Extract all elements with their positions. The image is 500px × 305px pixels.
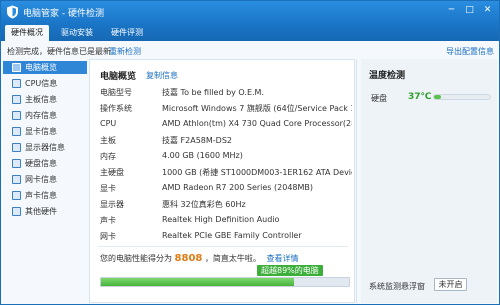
temperature-panel: 温度检测 硬盘 37℃ 系统监测悬浮窗 未开启 bbox=[361, 59, 497, 303]
title-bar: 电脑管家 - 硬件检测 ─ □ ✕ bbox=[1, 1, 499, 23]
memory-icon bbox=[12, 111, 21, 120]
sidebar-item-label: 网卡信息 bbox=[25, 175, 57, 184]
overview-title: 电脑概览 bbox=[100, 72, 137, 82]
sidebar-item-other-hardware[interactable]: 其他硬件 bbox=[3, 205, 87, 218]
info-key: 声卡 bbox=[100, 216, 116, 225]
sidebar-item-label: 显示器信息 bbox=[25, 143, 65, 152]
info-value: 技嘉 F2A58M-DS2 bbox=[162, 136, 233, 145]
performance-bar bbox=[100, 277, 350, 287]
info-value: Realtek PCIe GBE Family Controller bbox=[162, 231, 302, 240]
info-value: 4.00 GB (1600 MHz) bbox=[162, 151, 243, 160]
tab-bar: 硬件概况 驱动安装 硬件评测 bbox=[1, 23, 499, 41]
info-key: 显卡 bbox=[100, 184, 116, 193]
sidebar-item-gpu[interactable]: 显卡信息 bbox=[3, 125, 87, 138]
status-row: 检测完成，硬件信息已是最新 重新检测 导出配置信息 bbox=[1, 43, 499, 57]
info-row-memory: 内存 4.00 GB (1600 MHz) bbox=[100, 151, 352, 162]
sidebar-item-memory[interactable]: 内存信息 bbox=[3, 109, 87, 122]
info-key: 内存 bbox=[100, 152, 116, 161]
info-value: AMD Radeon R7 200 Series (2048MB) bbox=[162, 183, 314, 192]
tab-hardware-overview[interactable]: 硬件概况 bbox=[5, 25, 49, 41]
motherboard-icon bbox=[12, 95, 21, 104]
info-key: 主硬盘 bbox=[100, 168, 124, 177]
sidebar: 电脑概览 CPU信息 主板信息 内存信息 显卡信息 显示器信息 硬盘信息 网卡信… bbox=[3, 59, 87, 303]
info-value: 技嘉 To be filled by O.E.M. bbox=[162, 88, 264, 97]
info-key: 显示器 bbox=[100, 200, 124, 209]
tab-hardware-benchmark[interactable]: 硬件评测 bbox=[105, 25, 149, 41]
monitor-icon bbox=[12, 143, 21, 152]
overview-panel: 电脑概览 复制信息 电脑型号 技嘉 To be filled by O.E.M.… bbox=[89, 59, 355, 303]
info-row-cpu: CPU AMD Athlon(tm) X4 730 Quad Core Proc… bbox=[100, 119, 352, 130]
sidebar-item-label: 显卡信息 bbox=[25, 127, 57, 136]
performance-summary: 您的电脑性能得分为 8808 ，简直太牛啦。 查看详情 bbox=[100, 253, 298, 264]
info-value: AMD Athlon(tm) X4 730 Quad Core Processo… bbox=[162, 119, 352, 128]
harddisk-temp-label: 硬盘 bbox=[371, 94, 387, 103]
view-details-link[interactable]: 查看详情 bbox=[266, 254, 298, 263]
info-value: 1000 GB (希捷 ST1000DM003-1ER162 ATA Devic… bbox=[162, 168, 352, 177]
harddisk-temp-bar-fill bbox=[434, 95, 441, 99]
sidebar-item-computer-overview[interactable]: 电脑概览 bbox=[3, 61, 87, 74]
info-row-monitor: 显示器 惠科 32位真彩色 60Hz bbox=[100, 199, 352, 210]
sidebar-item-label: 内存信息 bbox=[25, 111, 57, 120]
temperature-title: 温度检测 bbox=[369, 71, 406, 81]
tab-driver-install[interactable]: 驱动安装 bbox=[55, 25, 99, 41]
info-row-harddisk: 主硬盘 1000 GB (希捷 ST1000DM003-1ER162 ATA D… bbox=[100, 167, 352, 178]
status-text: 检测完成，硬件信息已是最新 bbox=[7, 47, 111, 56]
sidebar-item-cpu[interactable]: CPU信息 bbox=[3, 77, 87, 90]
copy-info-link[interactable]: 复制信息 bbox=[146, 70, 178, 81]
info-key: 电脑型号 bbox=[100, 88, 132, 97]
monitor-float-label: 系统监测悬浮窗 bbox=[369, 282, 425, 291]
info-key: 主板 bbox=[100, 136, 116, 145]
gpu-icon bbox=[12, 127, 21, 136]
cpu-icon bbox=[12, 79, 21, 88]
sidebar-item-monitor[interactable]: 显示器信息 bbox=[3, 141, 87, 154]
performance-suffix: ，简直太牛啦。 bbox=[204, 254, 261, 263]
maximize-button[interactable]: □ bbox=[462, 4, 477, 17]
performance-bar-fill bbox=[101, 278, 295, 286]
sidebar-item-label: 电脑概览 bbox=[25, 63, 57, 72]
computer-icon bbox=[12, 63, 21, 72]
info-row-gpu: 显卡 AMD Radeon R7 200 Series (2048MB) bbox=[100, 183, 352, 194]
info-row-model: 电脑型号 技嘉 To be filled by O.E.M. bbox=[100, 87, 352, 98]
divider bbox=[98, 246, 348, 247]
network-card-icon bbox=[12, 175, 21, 184]
info-row-network-card: 网卡 Realtek PCIe GBE Family Controller bbox=[100, 231, 352, 242]
harddisk-temp-value: 37℃ bbox=[408, 92, 432, 102]
performance-prefix: 您的电脑性能得分为 bbox=[100, 254, 172, 263]
sidebar-item-harddisk[interactable]: 硬盘信息 bbox=[3, 157, 87, 170]
window-title: 电脑管家 - 硬件检测 bbox=[23, 9, 104, 19]
redetect-link[interactable]: 重新检测 bbox=[109, 46, 141, 57]
info-key: CPU bbox=[100, 119, 117, 128]
export-config-link[interactable]: 导出配置信息 bbox=[446, 46, 494, 57]
info-key: 操作系统 bbox=[100, 104, 132, 113]
info-key: 网卡 bbox=[100, 232, 116, 241]
harddisk-temp-bar bbox=[433, 94, 491, 100]
main-window: 电脑管家 - 硬件检测 ─ □ ✕ 硬件概况 驱动安装 硬件评测 检测完成，硬件… bbox=[0, 0, 500, 305]
info-row-os: 操作系统 Microsoft Windows 7 旗舰版 (64位/Servic… bbox=[100, 103, 352, 114]
monitor-float-toggle[interactable]: 未开启 bbox=[434, 278, 467, 291]
panel-divider bbox=[356, 59, 357, 303]
sidebar-item-label: CPU信息 bbox=[25, 79, 58, 88]
performance-badge: 超越89%的电脑 bbox=[257, 265, 323, 276]
info-value: Microsoft Windows 7 旗舰版 (64位/Service Pac… bbox=[162, 104, 352, 113]
sidebar-item-label: 主板信息 bbox=[25, 95, 57, 104]
shield-logo-icon bbox=[7, 5, 18, 19]
info-value: 惠科 32位真彩色 60Hz bbox=[162, 200, 246, 209]
other-hardware-icon bbox=[12, 207, 21, 216]
sidebar-item-label: 声卡信息 bbox=[25, 191, 57, 200]
info-row-sound-card: 声卡 Realtek High Definition Audio bbox=[100, 215, 352, 226]
sidebar-item-network-card[interactable]: 网卡信息 bbox=[3, 173, 87, 186]
harddisk-icon bbox=[12, 159, 21, 168]
close-button[interactable]: ✕ bbox=[480, 4, 495, 17]
sound-card-icon bbox=[12, 191, 21, 200]
info-value: Realtek High Definition Audio bbox=[162, 215, 280, 224]
minimize-button[interactable]: ─ bbox=[444, 4, 459, 17]
sidebar-item-motherboard[interactable]: 主板信息 bbox=[3, 93, 87, 106]
performance-score: 8808 bbox=[174, 253, 203, 264]
sidebar-item-sound-card[interactable]: 声卡信息 bbox=[3, 189, 87, 202]
info-row-motherboard: 主板 技嘉 F2A58M-DS2 bbox=[100, 135, 352, 146]
window-controls: ─ □ ✕ bbox=[444, 4, 495, 17]
sidebar-item-label: 硬盘信息 bbox=[25, 159, 57, 168]
sidebar-item-label: 其他硬件 bbox=[25, 207, 57, 216]
